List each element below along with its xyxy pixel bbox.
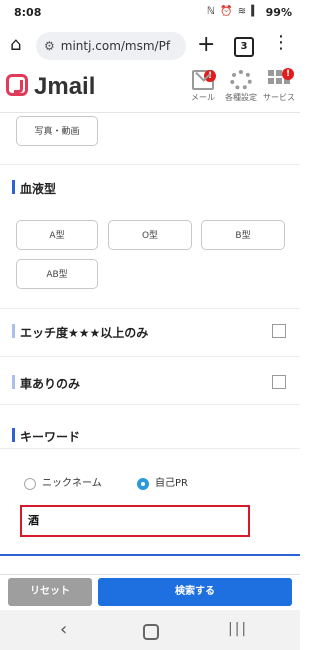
filter-car-label: 車ありのみ bbox=[12, 375, 80, 392]
new-tab-icon[interactable]: + bbox=[197, 34, 215, 56]
header-nav-label: サービス bbox=[263, 93, 295, 102]
header-nav-services[interactable]: ! サービス bbox=[260, 68, 298, 103]
radio-nickname[interactable] bbox=[24, 478, 36, 490]
blood-type-ab-chip[interactable]: AB型 bbox=[16, 259, 98, 289]
jmail-logo-icon[interactable] bbox=[6, 74, 28, 96]
blood-type-b-chip[interactable]: B型 bbox=[201, 220, 285, 250]
section-blood-type: 血液型 bbox=[12, 180, 56, 197]
tab-switcher-button[interactable]: 3 bbox=[234, 37, 254, 57]
keyword-input[interactable]: 酒 bbox=[20, 505, 250, 537]
url-text: mintj.com/msm/Pf bbox=[60, 39, 171, 53]
clock: 8:08 bbox=[14, 6, 42, 19]
header-nav-settings[interactable]: 各種設定 bbox=[222, 70, 260, 103]
ecchi-checkbox[interactable] bbox=[272, 324, 286, 338]
search-form: 写真・動画 血液型 A型 O型 B型 AB型 エッチ度★★★以上のみ 車ありのみ… bbox=[0, 112, 300, 574]
mail-icon: ! bbox=[192, 70, 216, 90]
notification-badge: ! bbox=[282, 68, 294, 80]
section-keyword: キーワード bbox=[12, 428, 80, 445]
divider bbox=[0, 164, 300, 165]
battery-level: 99% bbox=[265, 6, 292, 19]
radio-self-pr-label[interactable]: 自己PR bbox=[155, 478, 188, 490]
divider bbox=[0, 308, 300, 309]
radio-self-pr[interactable] bbox=[137, 478, 149, 490]
blood-type-o-chip[interactable]: O型 bbox=[108, 220, 192, 250]
system-nav-bar: ‹ ||| bbox=[0, 610, 300, 650]
action-bar: リセット 検索する bbox=[0, 574, 300, 611]
header-nav-label: メール bbox=[191, 93, 215, 102]
notification-badge: ! bbox=[204, 70, 216, 82]
divider bbox=[0, 404, 300, 405]
recent-apps-icon[interactable]: ||| bbox=[228, 621, 248, 637]
home-nav-icon[interactable] bbox=[143, 624, 159, 640]
section-end-line bbox=[0, 554, 300, 556]
site-settings-icon[interactable]: ⚙ bbox=[44, 32, 55, 60]
gear-icon bbox=[230, 70, 252, 90]
header-nav-mail[interactable]: ! メール bbox=[184, 70, 222, 103]
search-button[interactable]: 検索する bbox=[98, 578, 292, 606]
address-bar[interactable]: ⚙ mintj.com/msm/Pf bbox=[36, 32, 186, 60]
more-menu-icon[interactable]: ⋮ bbox=[272, 34, 290, 52]
home-icon[interactable]: ⌂ bbox=[10, 36, 28, 54]
header-nav-label: 各種設定 bbox=[225, 93, 257, 102]
status-icons: ℕ ⏰ ≋ ▍ bbox=[206, 6, 260, 17]
blood-type-a-chip[interactable]: A型 bbox=[16, 220, 98, 250]
grid-icon: ! bbox=[268, 68, 294, 90]
browser-toolbar: ⌂ ⚙ mintj.com/msm/Pf + 3 ⋮ bbox=[0, 26, 300, 66]
status-bar: 8:08 ℕ ⏰ ≋ ▍ 99% bbox=[0, 0, 300, 26]
back-icon[interactable]: ‹ bbox=[60, 619, 67, 640]
reset-button[interactable]: リセット bbox=[8, 578, 92, 606]
site-logo[interactable]: Jmail bbox=[34, 73, 95, 101]
car-checkbox[interactable] bbox=[272, 375, 286, 389]
photo-video-chip[interactable]: 写真・動画 bbox=[16, 116, 98, 146]
radio-nickname-label[interactable]: ニックネーム bbox=[42, 478, 102, 490]
site-header: Jmail ! メール 各種設定 ! サービス bbox=[0, 66, 300, 113]
filter-ecchi-label: エッチ度★★★以上のみ bbox=[12, 324, 148, 341]
divider bbox=[0, 448, 300, 449]
divider bbox=[0, 356, 300, 357]
keyword-type-radio-group: ニックネーム 自己PR bbox=[0, 478, 300, 492]
